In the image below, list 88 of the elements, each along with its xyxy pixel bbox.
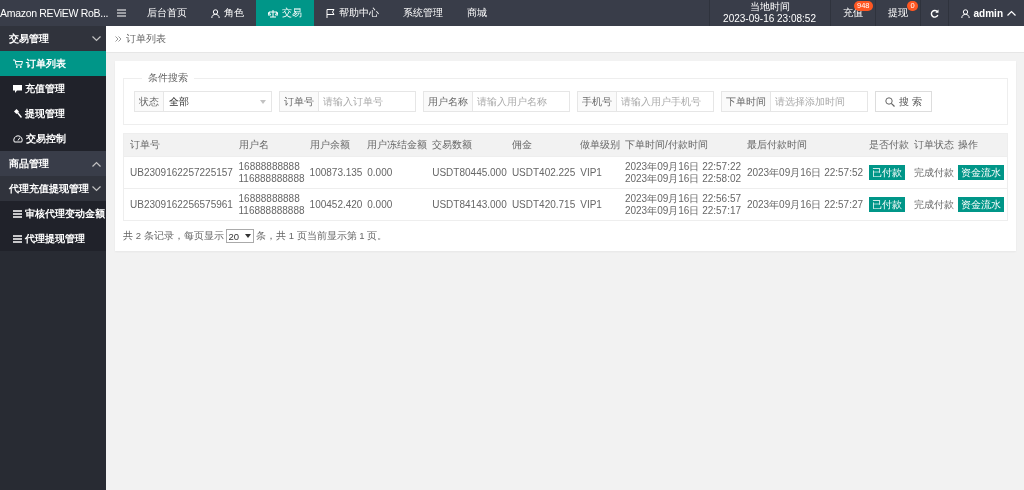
pagination-text: 共 2 条记录，每页显示 <box>123 229 224 243</box>
column-header: 订单号 <box>123 133 237 157</box>
sidebar-item[interactable]: 交易控制 <box>0 126 106 151</box>
column-header: 最后付款时间 <box>744 133 867 157</box>
table-cell: UB2309162256575961 <box>123 188 237 221</box>
chat-icon <box>13 84 22 93</box>
status-select[interactable]: 状态 全部 <box>134 91 272 112</box>
sidebar-group[interactable]: 代理充值提现管理 <box>0 176 106 201</box>
field-label: 订单号 <box>280 92 319 111</box>
sidebar-group[interactable]: 交易管理 <box>0 26 106 51</box>
scale-icon <box>268 8 279 18</box>
table-cell: 2023年09月16日 22:57:52 <box>744 156 867 189</box>
column-header: 是否付款 <box>866 133 912 157</box>
nav-tab[interactable]: 系统管理 <box>391 0 456 26</box>
cart-icon <box>13 59 23 68</box>
table-cell: USDT402.225 <box>509 156 579 189</box>
person-icon <box>211 8 221 18</box>
nav-tab[interactable]: 商城 <box>455 0 500 26</box>
table-cell: 100452.420 <box>307 188 366 221</box>
breadcrumb[interactable]: 订单列表 <box>126 32 166 46</box>
chevron-icon <box>92 35 101 42</box>
app-title: Amazon REViEW RoB... <box>0 6 109 21</box>
table-cell: VIP1 <box>578 156 623 189</box>
search-field[interactable]: 用户名称 请输入用户名称 <box>423 91 570 112</box>
chevron-icon <box>92 185 101 192</box>
clock-label: 当地时间 <box>749 1 790 13</box>
table-cell: 2023年09月16日 22:57:27 <box>744 188 867 221</box>
column-header: 做单级别 <box>578 133 623 157</box>
refresh-icon[interactable] <box>929 8 939 18</box>
table-cell: VIP1 <box>578 188 623 221</box>
table-cell: 完成付款 <box>911 188 957 221</box>
field-label: 下单时间 <box>722 92 771 111</box>
table-cell: 100873.135 <box>307 156 366 189</box>
table-cell: 16888888888 116888888888 <box>236 188 308 221</box>
sidebar-item[interactable]: 审核代理变动金额 <box>0 201 106 226</box>
table-cell: 0.000 <box>365 188 431 221</box>
field-label: 手机号 <box>578 92 617 111</box>
double-chevron-icon <box>115 36 122 42</box>
table-cell: 完成付款 <box>911 156 957 189</box>
search-field[interactable]: 下单时间 请选择添加时间 <box>721 91 868 112</box>
pagination-text: 条，共 1 页当前显示第 1 页。 <box>256 229 388 243</box>
table-cell: 2023年09月16日 22:56:57 2023年09月16日 22:57:17 <box>622 188 745 221</box>
nav-tab[interactable]: 角色 <box>199 0 257 26</box>
table-cell: 16888888888 116888888888 <box>236 156 308 189</box>
column-header: 下单时间/付款时间 <box>622 133 745 157</box>
table-cell: 0.000 <box>365 156 431 189</box>
column-header: 用户余额 <box>307 133 366 157</box>
sidebar-item[interactable]: 提现管理 <box>0 101 106 126</box>
nav-tab[interactable]: 帮助中心 <box>314 0 392 26</box>
table-cell: USDT84143.000 <box>430 188 510 221</box>
menu-icon[interactable] <box>117 9 127 17</box>
table-cell: USDT80445.000 <box>430 156 510 189</box>
flag-icon <box>326 8 336 18</box>
column-header: 交易数额 <box>430 133 510 157</box>
page-size-select[interactable]: 20 <box>225 229 255 243</box>
search-button[interactable]: 搜 索 <box>875 91 932 112</box>
column-header: 订单状态 <box>911 133 957 157</box>
sidebar-item[interactable]: 代理提现管理 <box>0 226 106 251</box>
list-icon <box>13 234 22 243</box>
chevron-icon <box>1007 10 1016 16</box>
search-icon <box>885 96 895 107</box>
column-header: 佣金 <box>509 133 579 157</box>
chevron-icon <box>92 160 101 167</box>
person-icon <box>960 8 970 18</box>
sidebar-item[interactable]: 充值管理 <box>0 76 106 101</box>
status-badge: 已付款 <box>868 197 905 212</box>
column-header: 操作 <box>956 133 1008 157</box>
column-header: 用户冻结金额 <box>365 133 431 157</box>
panel-legend: 条件搜索 <box>142 71 194 85</box>
sidebar-group[interactable]: 商品管理 <box>0 151 106 176</box>
list-icon <box>13 209 22 218</box>
nav-tab[interactable]: 交易 <box>256 0 315 26</box>
table-cell: USDT420.715 <box>509 188 579 221</box>
nav-link[interactable]: 提现 <box>887 6 908 20</box>
clock-time: 2023-09-16 23:08:52 <box>723 13 816 25</box>
status-badge: 已付款 <box>868 165 905 180</box>
field-label: 用户名称 <box>424 92 473 111</box>
search-field[interactable]: 订单号 请输入订单号 <box>279 91 416 112</box>
gauge-icon <box>13 134 23 143</box>
hammer-icon <box>13 109 22 118</box>
action-button[interactable]: 资金流水 <box>958 165 1005 180</box>
table-cell: UB2309162257225157 <box>123 156 237 189</box>
action-button[interactable]: 资金流水 <box>958 197 1005 212</box>
sidebar-item[interactable]: 订单列表 <box>0 51 106 76</box>
column-header: 用户名 <box>236 133 308 157</box>
table-cell: 2023年09月16日 22:57:22 2023年09月16日 22:58:02 <box>622 156 745 189</box>
search-field[interactable]: 手机号 请输入用户手机号 <box>577 91 714 112</box>
nav-tab[interactable]: 后台首页 <box>135 0 200 26</box>
